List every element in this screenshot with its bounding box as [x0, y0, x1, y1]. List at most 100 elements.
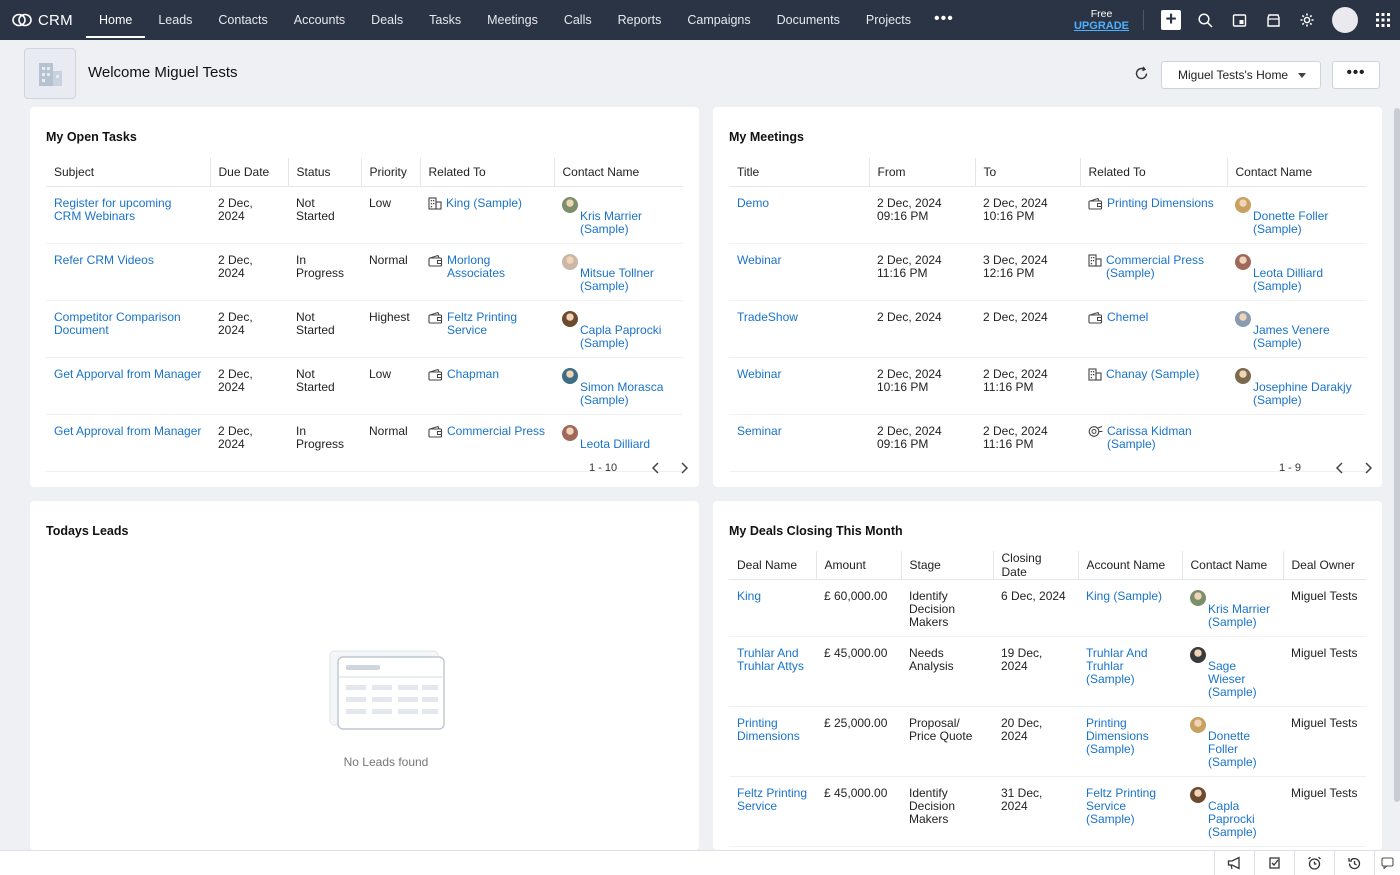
contact-link[interactable]: Donette Foller (Sample) [1235, 209, 1358, 236]
contact-link[interactable]: Sage Wieser (Sample) [1190, 660, 1275, 699]
contact-link[interactable]: Leota Dilliard (Sample) [1235, 266, 1358, 293]
table-row[interactable]: Printing Dimensions £ 25,000.00 Proposal/ … [729, 706, 1366, 777]
upgrade-block[interactable]: Free UPGRADE [1074, 8, 1129, 32]
home-view-select[interactable]: Miguel Tests's Home [1161, 61, 1321, 89]
meeting-title-link[interactable]: Webinar [737, 367, 861, 381]
deal-name-link[interactable]: Feltz Printing Service [737, 787, 808, 813]
nav-item-home[interactable]: Home [86, 0, 146, 40]
table-row[interactable]: Feltz Printing Service £ 45,000.00 Identif… [729, 776, 1366, 847]
related-to-link[interactable]: Commercial Press (Sample) [1106, 253, 1219, 280]
contact-link[interactable]: Kris Marrier (Sample) [562, 209, 675, 236]
upgrade-link[interactable]: UPGRADE [1074, 20, 1129, 32]
contact-link[interactable]: Donette Foller (Sample) [1190, 730, 1275, 769]
column-header-to[interactable]: To [975, 158, 1081, 187]
org-logo[interactable] [24, 48, 76, 99]
search-button[interactable] [1188, 0, 1222, 40]
refresh-icon[interactable] [1134, 66, 1149, 86]
reminders-button[interactable] [1294, 851, 1334, 875]
nav-item-documents[interactable]: Documents [764, 0, 853, 40]
chat-button[interactable] [1374, 851, 1400, 875]
marketplace-button[interactable] [1256, 0, 1290, 40]
apps-button[interactable] [1366, 0, 1400, 40]
meeting-title-link[interactable]: Webinar [737, 253, 861, 267]
column-header-contact-name[interactable]: Contact Name [554, 158, 683, 187]
table-row[interactable]: King £ 60,000.00 Identify Decision Makers 6… [729, 579, 1366, 637]
nav-item-accounts[interactable]: Accounts [281, 0, 358, 40]
column-header-contact-name[interactable]: Contact Name [1182, 551, 1284, 580]
column-header-closing-date[interactable]: Closing Date [993, 551, 1079, 580]
task-subject-link[interactable]: Competitor Comparison Document [54, 310, 202, 337]
calendar-button[interactable] [1222, 0, 1256, 40]
chevron-right-icon[interactable] [1359, 459, 1377, 477]
column-header-deal-name[interactable]: Deal Name [729, 551, 817, 580]
account-link[interactable]: King (Sample) [1086, 590, 1174, 603]
deal-name-link[interactable]: King [737, 590, 808, 603]
deal-name-link[interactable]: Printing Dimensions [737, 717, 808, 743]
table-row[interactable]: Register for upcoming CRM Webinars 2 Dec,… [46, 186, 683, 244]
account-link[interactable]: Truhlar And Truhlar (Sample) [1086, 647, 1174, 686]
related-to-link[interactable]: Chapman [447, 367, 499, 381]
account-link[interactable]: Feltz Printing Service (Sample) [1086, 787, 1174, 826]
related-to-link[interactable]: Morlong Associates [447, 253, 546, 280]
column-header-related-to[interactable]: Related To [1080, 158, 1228, 187]
related-to-link[interactable]: Commercial Press [447, 424, 545, 438]
related-to-link[interactable]: Chanay (Sample) [1106, 367, 1199, 381]
table-row[interactable]: Webinar 2 Dec, 2024 10:16 PM 2 Dec, 2024 1… [729, 357, 1366, 415]
announcement-button[interactable] [1214, 851, 1254, 875]
related-to-link[interactable]: Carissa Kidman (Sample) [1107, 424, 1219, 451]
nav-item-leads[interactable]: Leads [145, 0, 205, 40]
contact-link[interactable]: Simon Morasca (Sample) [562, 380, 675, 407]
related-to-link[interactable]: Chemel [1107, 310, 1148, 324]
table-row[interactable]: Get Approval from Manager 2 Dec, 2024 In P… [46, 414, 683, 472]
column-header-priority[interactable]: Priority [361, 158, 421, 187]
chevron-left-icon[interactable] [647, 459, 665, 477]
chevron-right-icon[interactable] [675, 459, 693, 477]
deal-name-link[interactable]: Truhlar And Truhlar Attys [737, 647, 808, 673]
column-header-title[interactable]: Title [729, 158, 870, 187]
contact-link[interactable]: Capla Paprocki (Sample) [562, 323, 675, 350]
column-header-related-to[interactable]: Related To [420, 158, 555, 187]
column-header-amount[interactable]: Amount [816, 551, 902, 580]
column-header-account-name[interactable]: Account Name [1078, 551, 1183, 580]
nav-item-calls[interactable]: Calls [551, 0, 605, 40]
nav-item-tasks[interactable]: Tasks [416, 0, 474, 40]
table-row[interactable]: Webinar 2 Dec, 2024 11:16 PM 3 Dec, 2024 1… [729, 243, 1366, 301]
nav-item-campaigns[interactable]: Campaigns [674, 0, 763, 40]
contact-link[interactable]: Capla Paprocki (Sample) [1190, 800, 1275, 839]
create-button[interactable]: + [1154, 0, 1188, 40]
nav-more-button[interactable]: ••• [924, 0, 964, 40]
meeting-title-link[interactable]: TradeShow [737, 310, 861, 324]
task-subject-link[interactable]: Get Approval from Manager [54, 424, 202, 438]
table-row[interactable]: Get Apporval from Manager 2 Dec, 2024 Not … [46, 357, 683, 415]
table-row[interactable]: Refer CRM Videos 2 Dec, 2024 In Progress No… [46, 243, 683, 301]
settings-button[interactable] [1290, 0, 1324, 40]
account-link[interactable]: Printing Dimensions (Sample) [1086, 717, 1174, 756]
table-row[interactable]: Competitor Comparison Document 2 Dec, 202… [46, 300, 683, 358]
tasks-shortcut-button[interactable] [1254, 851, 1294, 875]
contact-link[interactable]: Kris Marrier (Sample) [1190, 603, 1275, 629]
nav-item-contacts[interactable]: Contacts [205, 0, 280, 40]
column-header-status[interactable]: Status [288, 158, 362, 187]
task-subject-link[interactable]: Register for upcoming CRM Webinars [54, 196, 202, 223]
nav-item-deals[interactable]: Deals [358, 0, 416, 40]
contact-link[interactable]: Leota Dilliard [562, 437, 675, 451]
column-header-due-date[interactable]: Due Date [210, 158, 289, 187]
table-row[interactable]: Demo 2 Dec, 2024 09:16 PM 2 Dec, 2024 10:1… [729, 186, 1366, 244]
column-header-deal-owner[interactable]: Deal Owner [1283, 551, 1366, 580]
related-to-link[interactable]: Printing Dimensions [1107, 196, 1214, 210]
column-header-contact-name[interactable]: Contact Name [1227, 158, 1366, 187]
nav-item-reports[interactable]: Reports [605, 0, 675, 40]
nav-item-projects[interactable]: Projects [853, 0, 924, 40]
header-more-button[interactable]: ••• [1332, 61, 1380, 89]
contact-link[interactable]: Josephine Darakjy (Sample) [1235, 380, 1358, 407]
column-header-stage[interactable]: Stage [901, 551, 994, 580]
user-avatar[interactable] [1332, 7, 1358, 33]
related-to-link[interactable]: Feltz Printing Service [447, 310, 546, 337]
brand[interactable]: CRM [0, 0, 86, 40]
table-row[interactable]: Truhlar And Truhlar Attys £ 45,000.00 Need… [729, 636, 1366, 707]
column-header-from[interactable]: From [869, 158, 976, 187]
table-row[interactable]: TradeShow 2 Dec, 2024 2 Dec, 2024 Chemel Jam… [729, 300, 1366, 358]
related-to-link[interactable]: King (Sample) [446, 196, 522, 210]
chevron-left-icon[interactable] [1331, 459, 1349, 477]
task-subject-link[interactable]: Get Apporval from Manager [54, 367, 202, 381]
